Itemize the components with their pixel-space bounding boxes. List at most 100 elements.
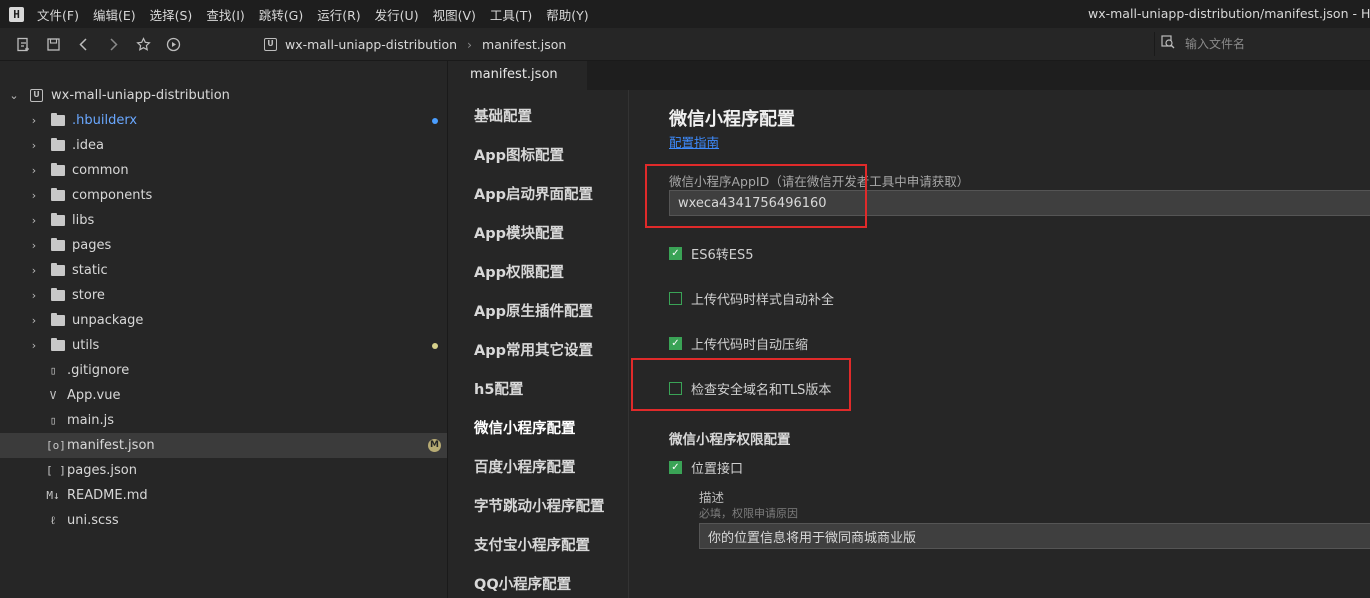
checkbox-location-permission[interactable]: ✓ 位置接口 (669, 458, 743, 477)
tree-file-gitignore[interactable]: ▯ .gitignore (0, 358, 447, 383)
menu-tools[interactable]: 工具(T) (490, 5, 532, 24)
nav-basic-config[interactable]: 基础配置 (474, 105, 532, 126)
chevron-down-icon[interactable]: ⌄ (8, 89, 20, 102)
folder-icon (51, 213, 65, 226)
json-file-icon: [o] (46, 439, 66, 452)
tree-item-label: unpackage (72, 313, 144, 328)
tree-folder-utils[interactable]: › utils (0, 333, 447, 358)
tree-folder-components[interactable]: › components (0, 183, 447, 208)
folder-icon (51, 113, 65, 126)
menu-help[interactable]: 帮助(Y) (546, 5, 588, 24)
tree-folder-pages[interactable]: › pages (0, 233, 447, 258)
nav-alipay-mp-config[interactable]: 支付宝小程序配置 (474, 534, 590, 555)
breadcrumb-project[interactable]: wx-mall-uniapp-distribution (285, 37, 457, 52)
checkbox-unchecked-icon[interactable] (669, 292, 682, 305)
breadcrumb: U wx-mall-uniapp-distribution › manifest… (258, 32, 566, 56)
tree-file-pages-json[interactable]: [ ] pages.json (0, 458, 447, 483)
location-desc-input[interactable] (699, 523, 1370, 549)
tree-item-label: static (72, 263, 108, 278)
menu-find[interactable]: 查找(I) (206, 5, 244, 24)
tree-file-readme[interactable]: M↓ README.md (0, 483, 447, 508)
nav-baidu-mp-config[interactable]: 百度小程序配置 (474, 456, 576, 477)
tree-folder-store[interactable]: › store (0, 283, 447, 308)
menu-file[interactable]: 文件(F) (37, 5, 79, 24)
tree-file-main-js[interactable]: ▯ main.js (0, 408, 447, 433)
tree-root[interactable]: ⌄ U wx-mall-uniapp-distribution (0, 83, 447, 108)
markdown-file-icon: M↓ (46, 489, 60, 502)
folder-icon (51, 238, 65, 251)
breadcrumb-file[interactable]: manifest.json (482, 37, 566, 52)
tree-item-label: pages (72, 238, 112, 253)
highlight-box-tls (631, 358, 851, 411)
tab-manifest-json[interactable]: manifest.json (449, 61, 587, 90)
modified-badge: M (428, 439, 441, 452)
menu-select[interactable]: 选择(S) (150, 5, 193, 24)
star-icon[interactable] (128, 32, 158, 56)
forward-icon[interactable] (98, 32, 128, 56)
menu-view[interactable]: 视图(V) (433, 5, 476, 24)
highlight-box-appid (645, 164, 867, 228)
chevron-right-icon[interactable]: › (28, 339, 40, 352)
tree-folder-hbuilderx[interactable]: › .hbuilderx (0, 108, 447, 133)
folder-icon (51, 338, 65, 351)
chevron-right-icon[interactable]: › (28, 114, 40, 127)
tree-file-manifest-json[interactable]: [o] manifest.json M (0, 433, 447, 458)
config-guide-link[interactable]: 配置指南 (669, 132, 719, 151)
checkbox-postcss-autoprefix[interactable]: 上传代码时样式自动补全 (669, 289, 834, 308)
checkbox-checked-icon[interactable]: ✓ (669, 247, 682, 260)
chevron-right-icon[interactable]: › (28, 314, 40, 327)
checkbox-es6-to-es5[interactable]: ✓ ES6转ES5 (669, 244, 753, 263)
nav-h5-config[interactable]: h5配置 (474, 378, 523, 399)
tree-folder-unpackage[interactable]: › unpackage (0, 308, 447, 333)
tree-item-label: components (72, 188, 153, 203)
tree-file-uni-scss[interactable]: ℓ uni.scss (0, 508, 447, 533)
new-file-icon[interactable] (8, 32, 38, 56)
checkbox-checked-icon[interactable]: ✓ (669, 337, 682, 350)
nav-app-module-config[interactable]: App模块配置 (474, 222, 564, 243)
nav-app-splash-config[interactable]: App启动界面配置 (474, 183, 593, 204)
menu-edit[interactable]: 编辑(E) (93, 5, 136, 24)
nav-app-icon-config[interactable]: App图标配置 (474, 144, 564, 165)
nav-toutiao-mp-config[interactable]: 字节跳动小程序配置 (474, 495, 605, 516)
nav-app-native-plugin-config[interactable]: App原生插件配置 (474, 300, 593, 321)
menu-goto[interactable]: 跳转(G) (259, 5, 303, 24)
checkbox-minify-on-upload[interactable]: ✓ 上传代码时自动压缩 (669, 334, 808, 353)
chevron-right-icon[interactable]: › (28, 164, 40, 177)
tree-item-label: .idea (72, 138, 104, 153)
tree-folder-static[interactable]: › static (0, 258, 447, 283)
file-search-input[interactable] (1185, 37, 1355, 51)
tree-folder-common[interactable]: › common (0, 158, 447, 183)
tree-folder-idea[interactable]: › .idea (0, 133, 447, 158)
menu-publish[interactable]: 发行(U) (375, 5, 419, 24)
chevron-right-icon[interactable]: › (28, 289, 40, 302)
tree-item-label: libs (72, 213, 95, 228)
chevron-right-icon[interactable]: › (28, 239, 40, 252)
folder-icon (51, 313, 65, 326)
save-icon[interactable] (38, 32, 68, 56)
desc-label: 描述 (699, 490, 725, 505)
chevron-right-icon[interactable]: › (28, 214, 40, 227)
desc-hint: 必填，权限申请原因 (699, 507, 798, 520)
nav-app-other-settings[interactable]: App常用其它设置 (474, 339, 593, 360)
nav-weixin-mp-config[interactable]: 微信小程序配置 (474, 417, 576, 438)
nav-app-permission-config[interactable]: App权限配置 (474, 261, 564, 282)
back-icon[interactable] (68, 32, 98, 56)
folder-icon (51, 263, 65, 276)
folder-icon (51, 138, 65, 151)
menu-run[interactable]: 运行(R) (317, 5, 360, 24)
tree-file-app-vue[interactable]: V App.vue (0, 383, 447, 408)
run-icon[interactable] (158, 32, 188, 56)
chevron-right-icon[interactable]: › (28, 189, 40, 202)
file-icon: ▯ (49, 364, 57, 377)
tree-item-label: utils (72, 338, 100, 353)
chevron-right-icon[interactable]: › (28, 139, 40, 152)
file-search (1154, 32, 1370, 56)
nav-qq-mp-config[interactable]: QQ小程序配置 (474, 573, 571, 594)
modified-dot-icon (432, 342, 438, 349)
tree-item-label: App.vue (67, 388, 121, 403)
chevron-right-icon[interactable]: › (28, 264, 40, 277)
breadcrumb-separator-icon: › (467, 36, 473, 52)
checkbox-checked-icon[interactable]: ✓ (669, 461, 682, 474)
checkbox-label: 上传代码时自动压缩 (691, 338, 809, 353)
tree-folder-libs[interactable]: › libs (0, 208, 447, 233)
